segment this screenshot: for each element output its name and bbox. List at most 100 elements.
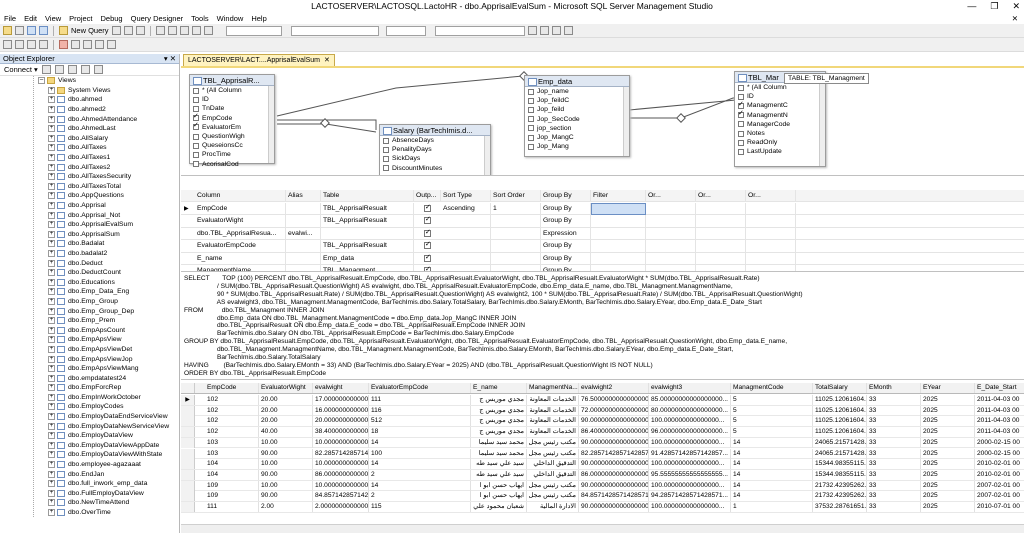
results-cell[interactable]: 109 — [205, 480, 259, 491]
results-cell[interactable]: 14 — [369, 437, 471, 448]
tree-node-view[interactable]: + dbo.AhmedAttendance — [0, 114, 179, 124]
criteria-cell[interactable] — [646, 203, 696, 215]
scrollbar[interactable] — [484, 136, 490, 175]
results-cell[interactable]: مكتب رئيس مجل — [527, 480, 579, 491]
results-row[interactable]: 10220.0016.0000000000000...116مجدي موريس… — [181, 405, 1024, 417]
results-cell[interactable]: 33 — [867, 395, 921, 405]
criteria-row[interactable]: ▶ EmpCode TBL_ApprisalResualt Ascending1Gro… — [181, 202, 1024, 216]
column-checkbox[interactable] — [193, 133, 199, 140]
results-cell[interactable]: محمد سيد سليما — [471, 437, 527, 448]
results-cell[interactable]: 5 — [731, 405, 813, 416]
criteria-cell[interactable]: Expression — [541, 227, 591, 240]
criteria-row[interactable]: ManagmentName TBL_Managment Group By — [181, 264, 1024, 271]
pin-icon[interactable]: ▾ ✕ — [164, 54, 176, 63]
criteria-cell[interactable] — [441, 252, 491, 265]
results-cell[interactable]: 90.0000000000000000... — [579, 459, 649, 470]
results-cell[interactable]: 102 — [205, 427, 259, 438]
column-checkbox[interactable] — [528, 134, 534, 141]
results-cell[interactable]: 10.0000000000000... — [313, 437, 369, 448]
results-cell[interactable]: 94.28571428571428571... — [649, 491, 731, 502]
table-column-row[interactable]: * (All Column — [190, 86, 274, 95]
menu-query-designer[interactable]: Query Designer — [131, 13, 184, 24]
results-cell[interactable]: 1 — [731, 502, 813, 512]
results-cell[interactable]: 5 — [731, 416, 813, 427]
tree-node-view[interactable]: + dbo.badalat2 — [0, 249, 179, 259]
criteria-cell[interactable] — [286, 203, 321, 215]
expand-icon[interactable]: + — [48, 317, 55, 325]
mdx-icon[interactable] — [123, 26, 133, 35]
criteria-column-header[interactable]: Or... — [746, 190, 796, 202]
results-cell[interactable]: 2011-04-03 00 — [975, 416, 1024, 426]
results-cell[interactable]: 2011-04-03 00 — [975, 395, 1024, 405]
results-cell[interactable]: 17.0000000000000... — [313, 395, 369, 405]
tree-node-view[interactable]: + dbo.OverTime — [0, 508, 179, 518]
expand-icon[interactable]: + — [48, 451, 55, 459]
tree-node-view[interactable]: + dbo.EmployDataViewAppDate — [0, 441, 179, 451]
criteria-column-header[interactable]: Sort Type — [441, 190, 491, 202]
connect-icon[interactable] — [41, 65, 51, 74]
table-column-row[interactable]: EvaluatorEm — [190, 121, 274, 132]
criteria-cell[interactable] — [591, 227, 646, 240]
results-cell[interactable]: 96.00000000000000000... — [649, 427, 731, 438]
row-selector[interactable] — [181, 502, 195, 512]
criteria-cell[interactable]: evalwi... — [286, 227, 321, 240]
criteria-column-header[interactable]: Sort Order — [491, 190, 541, 202]
tree-node-view[interactable]: + dbo.EmployDataEndServiceView — [0, 412, 179, 422]
row-selector[interactable]: ▶ — [181, 395, 195, 405]
results-row[interactable]: 10990.0084.8571428571428...2ايهاب حسن اب… — [181, 491, 1024, 502]
row-selector[interactable] — [181, 459, 195, 470]
results-cell[interactable]: 512 — [369, 416, 471, 427]
results-cell[interactable]: 2011-04-03 00 — [975, 406, 1024, 416]
criteria-row[interactable]: EvaluatorEmpCode TBL_ApprisalResualt Group… — [181, 239, 1024, 253]
results-cell[interactable]: 33 — [867, 416, 921, 427]
criteria-column-header[interactable]: Filter — [591, 190, 646, 202]
criteria-cell[interactable] — [646, 227, 696, 240]
scrollbar[interactable] — [268, 86, 274, 163]
results-cell[interactable]: الادارة المالية — [527, 502, 579, 512]
column-checkbox[interactable] — [193, 112, 199, 121]
results-column-header[interactable]: evalwight2 — [579, 383, 649, 393]
results-horizontal-scrollbar[interactable] — [181, 524, 1024, 533]
results-cell[interactable]: 86.0000000000000... — [313, 469, 369, 480]
results-row[interactable]: 10490.0086.0000000000000...2سيد علي سيد … — [181, 469, 1024, 481]
results-cell[interactable]: 104 — [205, 469, 259, 480]
results-cell[interactable]: 82.2857142857144... — [313, 448, 369, 459]
criteria-cell[interactable] — [441, 240, 491, 253]
expand-icon[interactable]: + — [48, 403, 55, 411]
table-column-row[interactable]: AcorisalCod — [190, 160, 274, 169]
save-all-icon[interactable] — [39, 26, 48, 35]
criteria-cell[interactable] — [591, 252, 646, 265]
document-close-button[interactable]: ✕ — [1012, 13, 1018, 24]
results-cell[interactable]: 10.00 — [259, 480, 313, 491]
minimize-button[interactable]: — — [967, 0, 976, 12]
menu-window[interactable]: Window — [217, 13, 244, 24]
table-tbl-apprisal-resualt[interactable]: TBL_ApprisalR... * (All Column IDTnDateEm… — [189, 74, 275, 168]
results-cell[interactable]: 100.000000000000000... — [649, 502, 731, 512]
results-cell[interactable]: 90.0000000000000000... — [579, 502, 649, 512]
results-column-header[interactable]: E_Date_Start — [975, 383, 1024, 393]
tree-node-view[interactable]: + dbo.Apprisal_Not — [0, 210, 179, 220]
tree-node-view[interactable]: + dbo.EmpForcRep — [0, 383, 179, 393]
results-cell[interactable]: 100.000000000000000... — [649, 416, 731, 427]
expand-icon[interactable]: + — [48, 144, 55, 152]
results-column-header[interactable]: evalwight — [313, 383, 369, 393]
expand-icon[interactable]: + — [48, 365, 55, 373]
column-checkbox[interactable] — [383, 146, 389, 153]
results-cell[interactable]: 20.00 — [259, 395, 313, 405]
expand-icon[interactable]: + — [48, 106, 55, 114]
expand-icon[interactable]: + — [48, 221, 55, 229]
expand-icon[interactable]: + — [48, 192, 55, 200]
table-salary[interactable]: Salary (BarTechImis.d... AbsenceDays Pena… — [379, 124, 491, 175]
criteria-cell[interactable]: E_name — [195, 252, 286, 265]
results-cell[interactable]: 14 — [369, 480, 471, 491]
results-cell[interactable]: مكتب رئيس مجل — [527, 437, 579, 448]
results-cell[interactable]: 10.00 — [259, 437, 313, 448]
connect-button[interactable]: Connect ▾ — [4, 65, 38, 74]
criteria-cell[interactable]: Group By — [541, 252, 591, 265]
results-cell[interactable]: 2025 — [921, 502, 975, 512]
criteria-cell[interactable] — [746, 203, 796, 215]
tree-node-view[interactable]: + dbo.EmpApsViewMang — [0, 364, 179, 374]
results-cell[interactable]: الخدمات المعاونة — [527, 427, 579, 438]
expand-icon[interactable]: + — [48, 432, 55, 440]
results-cell[interactable]: 90.00 — [259, 491, 313, 502]
